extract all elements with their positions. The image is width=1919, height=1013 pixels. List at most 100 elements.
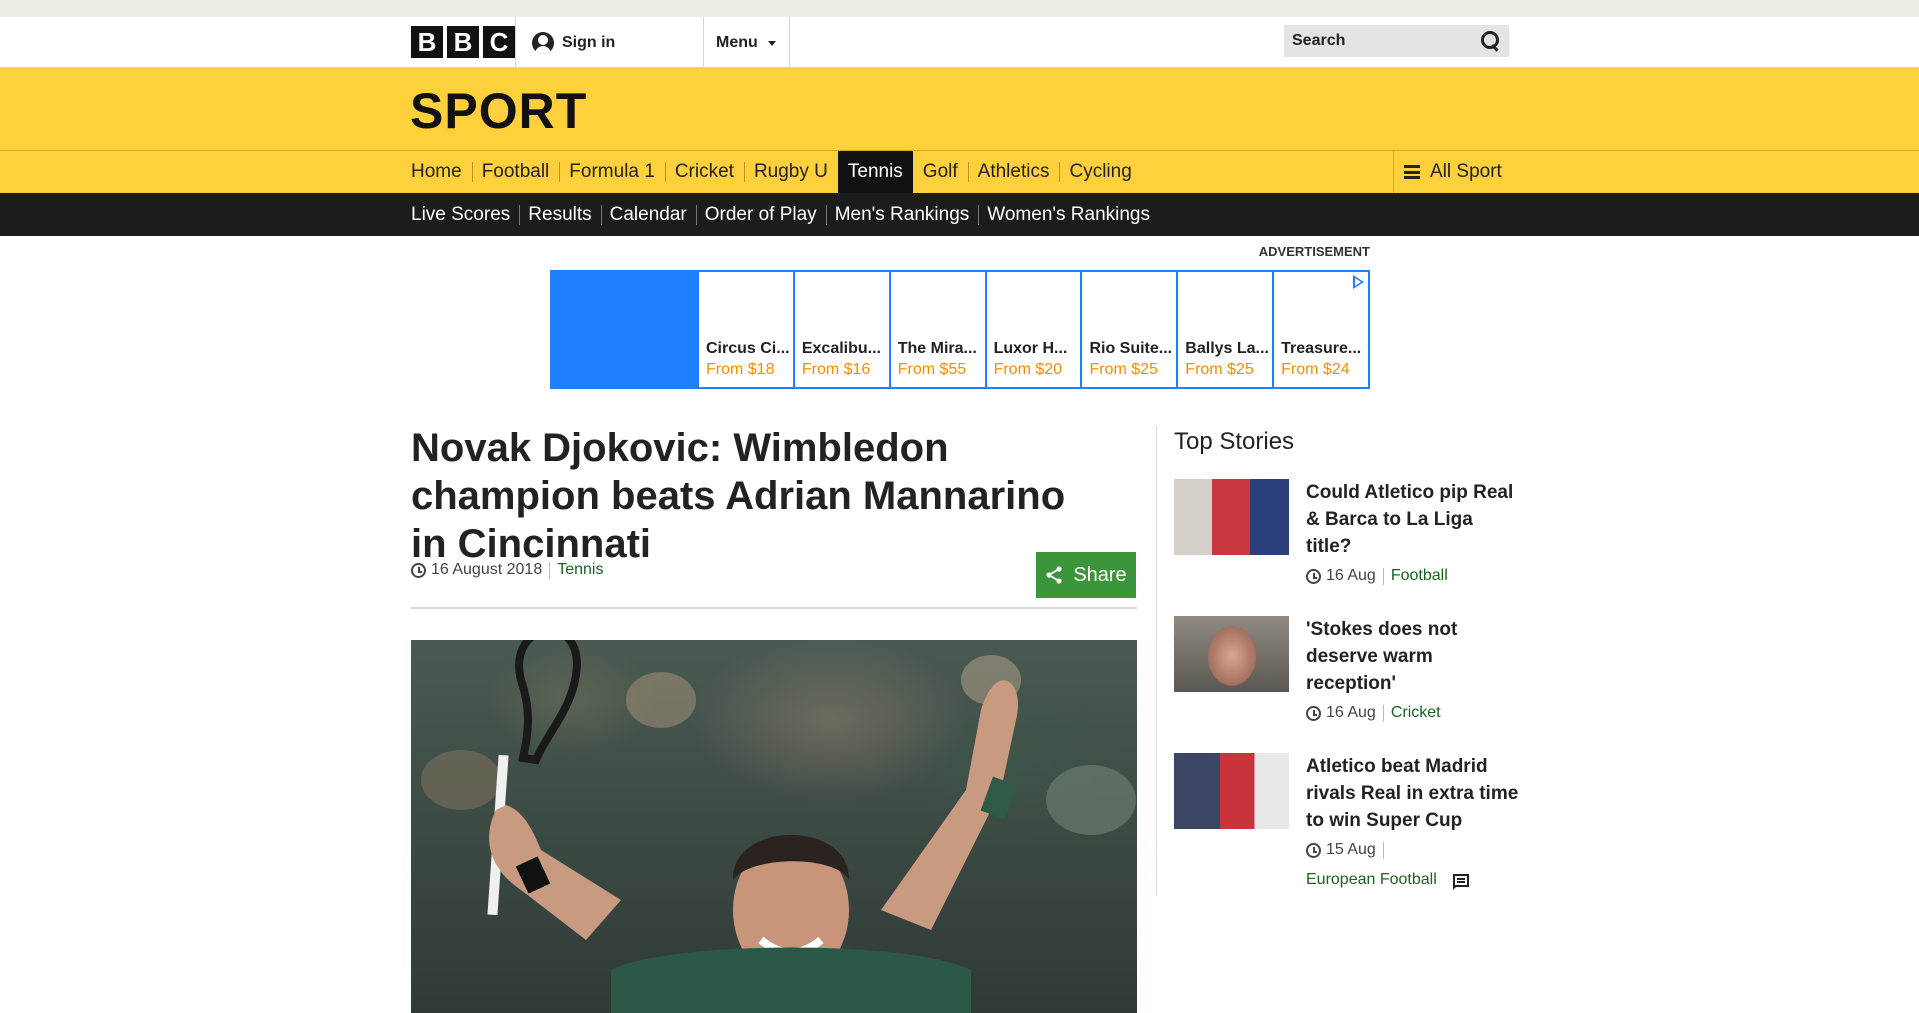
advert-hotel-tile[interactable]: Excalibu... From $16	[792, 272, 889, 387]
meta-separator	[1382, 704, 1384, 722]
story-title[interactable]: Could Atletico pip Real & Barca to La Li…	[1306, 479, 1521, 560]
article-headline: Novak Djokovic: Wimbledon champion beats…	[411, 426, 1066, 566]
hotel-price: From $24	[1281, 361, 1350, 378]
hotel-name: Excalibu...	[801, 340, 881, 357]
advert-banner[interactable]: Circus Ci... From $18 Excalibu... From $16 T…	[550, 270, 1370, 389]
advert-hotel-tile[interactable]: Treasure... From $24	[1272, 272, 1368, 387]
browser-top-strip	[0, 0, 1919, 17]
story-title[interactable]: Atletico beat Madrid rivals Real in extr…	[1306, 753, 1521, 834]
story-thumbnail[interactable]	[1174, 753, 1289, 829]
sidebar-divider	[1156, 426, 1157, 896]
hotel-price: From $16	[801, 361, 871, 378]
sign-in-link[interactable]: Sign in	[532, 17, 615, 68]
masthead-divider	[789, 17, 790, 68]
story-title[interactable]: 'Stokes does not deserve warm reception'	[1306, 616, 1521, 697]
meta-separator	[1382, 841, 1384, 859]
bbc-masthead: B B C Sign in Menu	[0, 17, 1919, 68]
sport-nav-item[interactable]: Formula 1	[559, 151, 665, 193]
story-date: 15 Aug	[1326, 841, 1376, 858]
masthead-divider	[703, 17, 704, 68]
hamburger-icon	[1404, 165, 1420, 179]
hotel-name: Treasure...	[1281, 340, 1362, 357]
sport-nav-item[interactable]: Home	[411, 151, 472, 193]
all-sport-label: All Sport	[1430, 161, 1502, 182]
logo-letter-b1: B	[411, 26, 443, 58]
hotel-name: Luxor H...	[993, 340, 1068, 357]
sport-nav-item[interactable]: Golf	[913, 151, 968, 193]
share-icon	[1046, 566, 1062, 584]
advert-hotel-tile[interactable]: Ballys La... From $25	[1176, 272, 1272, 387]
all-sport-button[interactable]: All Sport	[1393, 151, 1502, 193]
story-date: 16 Aug	[1326, 704, 1376, 721]
tennis-nav-item[interactable]: Calendar	[600, 193, 696, 236]
clock-icon	[411, 562, 426, 578]
hotel-name: Circus Ci...	[706, 340, 790, 357]
tennis-nav-item[interactable]: Results	[519, 193, 600, 236]
user-avatar-icon	[532, 31, 554, 54]
advert-image-panel[interactable]	[552, 272, 697, 387]
logo-letter-c: C	[483, 26, 515, 58]
tennis-nav-item[interactable]: Order of Play	[695, 193, 826, 236]
sport-title[interactable]: SPORT	[410, 84, 587, 139]
tennis-nav-item[interactable]: Live Scores	[411, 193, 519, 236]
primary-sport-nav: Home Football Formula 1 Cricket Rugby U Tenni…	[0, 151, 1919, 193]
sport-nav-item[interactable]: Tennis	[837, 151, 913, 193]
hotel-name: Rio Suite...	[1089, 340, 1173, 357]
masthead-divider	[515, 17, 516, 68]
chevron-down-icon	[767, 41, 776, 46]
clock-icon	[1306, 705, 1321, 721]
bbc-logo[interactable]: B B C	[411, 26, 515, 58]
menu-button[interactable]: Menu	[716, 17, 776, 68]
search-icon[interactable]	[1479, 30, 1501, 52]
search-box	[1284, 25, 1509, 57]
clock-icon	[1306, 568, 1321, 584]
hotel-name: The Mira...	[897, 340, 977, 357]
tennis-nav-item[interactable]: Men's Rankings	[825, 193, 979, 236]
story-thumbnail[interactable]	[1174, 479, 1289, 555]
article-meta: 16 August 2018 Tennis	[411, 561, 603, 579]
logo-letter-b2: B	[447, 26, 479, 58]
sport-nav-item[interactable]: Rugby U	[743, 151, 838, 193]
advert-hotel-tile[interactable]: Luxor H... From $20	[984, 272, 1081, 387]
story-meta: 16 Aug Football	[1306, 567, 1521, 585]
sport-nav-item[interactable]: Cricket	[664, 151, 744, 193]
advertisement-label: ADVERTISEMENT	[1258, 244, 1370, 259]
article-section-link[interactable]: Tennis	[557, 561, 603, 579]
article-hero-image	[411, 640, 1137, 1013]
article-divider	[411, 607, 1137, 609]
hotel-price: From $20	[993, 361, 1063, 378]
top-stories-title: Top Stories	[1174, 428, 1295, 455]
hotel-price: From $55	[897, 361, 967, 378]
adchoices-icon[interactable]	[1353, 275, 1364, 289]
menu-label: Menu	[716, 33, 758, 51]
share-button[interactable]: Share	[1036, 552, 1136, 598]
advert-hotel-tile[interactable]: The Mira... From $55	[888, 272, 985, 387]
advert-hotel-tile[interactable]: Rio Suite... From $25	[1080, 272, 1176, 387]
advert-hotel-tile[interactable]: Circus Ci... From $18	[697, 272, 793, 387]
hotel-price: From $25	[1185, 361, 1254, 378]
share-label: Share	[1073, 563, 1127, 586]
comments-icon[interactable]	[1452, 873, 1469, 890]
story-section-link[interactable]: European Football	[1306, 871, 1437, 889]
meta-separator	[549, 561, 551, 579]
sport-nav-item[interactable]: Football	[471, 151, 560, 193]
story-date: 16 Aug	[1326, 567, 1376, 584]
hotel-price: From $25	[1089, 361, 1158, 378]
story-section-link[interactable]: Football	[1391, 567, 1448, 585]
sign-in-label: Sign in	[562, 33, 616, 51]
story-section-link[interactable]: Cricket	[1391, 704, 1441, 722]
hotel-name: Ballys La...	[1185, 340, 1269, 357]
clock-icon	[1306, 842, 1321, 858]
sport-nav-item[interactable]: Athletics	[967, 151, 1060, 193]
top-story-item[interactable]: Could Atletico pip Real & Barca to La Li…	[1174, 479, 1519, 604]
top-story-item[interactable]: 'Stokes does not deserve warm reception'…	[1174, 616, 1519, 741]
sport-banner: SPORT	[0, 68, 1919, 151]
story-thumbnail[interactable]	[1174, 616, 1289, 692]
top-story-item[interactable]: Atletico beat Madrid rivals Real in extr…	[1174, 753, 1519, 903]
sport-nav-item[interactable]: Cycling	[1059, 151, 1141, 193]
story-meta: 15 Aug European Football	[1306, 841, 1521, 890]
tennis-secondary-nav: Live Scores Results Calendar Order of Play M…	[0, 193, 1919, 236]
story-meta: 16 Aug Cricket	[1306, 704, 1521, 722]
tennis-nav-item[interactable]: Women's Rankings	[978, 193, 1159, 236]
search-input[interactable]	[1292, 32, 1462, 50]
